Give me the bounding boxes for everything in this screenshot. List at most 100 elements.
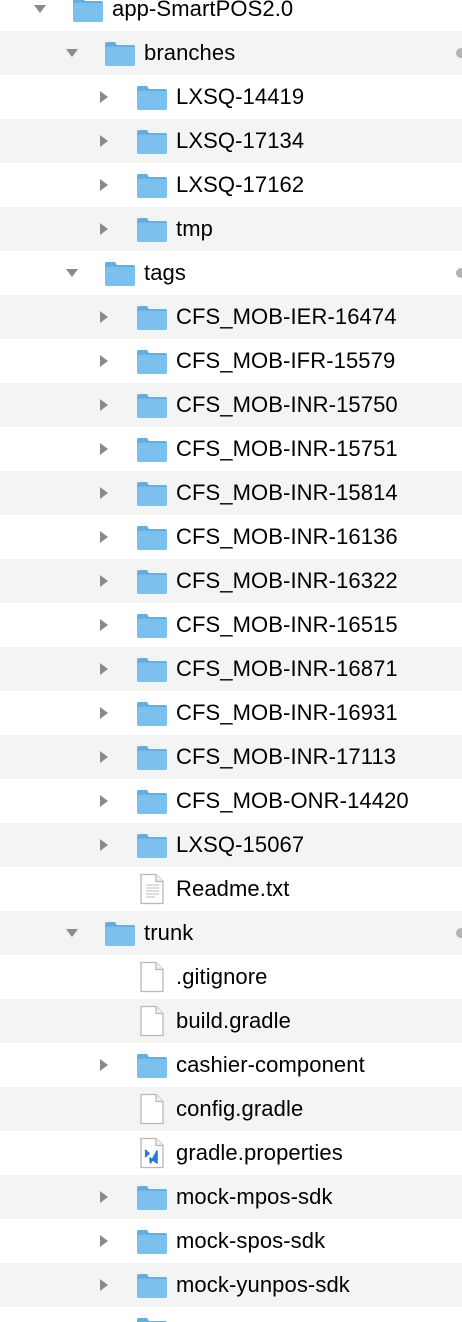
folder-icon	[72, 0, 104, 25]
tree-item-label: LXSQ-17162	[176, 172, 305, 197]
folder-icon	[136, 609, 168, 641]
disclosure-collapsed-icon[interactable]	[96, 1233, 112, 1249]
tree-item-label: .gitignore	[176, 964, 268, 989]
tree-row[interactable]: trunk	[0, 911, 462, 955]
folder-icon	[136, 697, 168, 729]
tree-item-label: CFS_MOB-INR-16931	[176, 700, 398, 725]
disclosure-expanded-icon[interactable]	[32, 1, 48, 17]
tree-row[interactable]: CFS_MOB-INR-16515	[0, 603, 462, 647]
document-icon	[136, 1093, 168, 1125]
folder-icon	[136, 1269, 168, 1301]
folder-icon	[136, 125, 168, 157]
folder-icon	[104, 257, 136, 289]
tree-row[interactable]: Readme.txt	[0, 867, 462, 911]
tree-item-label: app-SmartPOS2.0	[112, 0, 294, 21]
disclosure-collapsed-icon[interactable]	[96, 529, 112, 545]
tree-item-label: CFS_MOB-INR-16136	[176, 524, 398, 549]
tree-row[interactable]: CFS_MOB-INR-15814	[0, 471, 462, 515]
folder-icon	[136, 829, 168, 861]
disclosure-collapsed-icon[interactable]	[96, 573, 112, 589]
tree-item-label: CFS_MOB-INR-16515	[176, 612, 398, 637]
disclosure-collapsed-icon[interactable]	[96, 1277, 112, 1293]
disclosure-collapsed-icon[interactable]	[96, 177, 112, 193]
tree-row[interactable]: CFS_MOB-INR-16871	[0, 647, 462, 691]
folder-icon	[136, 1225, 168, 1257]
tree-row[interactable]: .gitignore	[0, 955, 462, 999]
disclosure-expanded-icon[interactable]	[64, 925, 80, 941]
folder-icon	[136, 213, 168, 245]
disclosure-collapsed-icon[interactable]	[96, 837, 112, 853]
tree-item-label: Readme.txt	[176, 876, 290, 901]
folder-icon	[104, 37, 136, 69]
disclosure-collapsed-icon[interactable]	[96, 397, 112, 413]
folder-icon	[136, 1181, 168, 1213]
tree-item-label: mock-mpos-sdk	[176, 1184, 333, 1209]
tree-row[interactable]: LXSQ-14419	[0, 75, 462, 119]
disclosure-collapsed-icon[interactable]	[96, 749, 112, 765]
tree-row[interactable]: CFS_MOB-INR-15750	[0, 383, 462, 427]
tree-item-label: LXSQ-14419	[176, 84, 305, 109]
tree-row[interactable]: tmp	[0, 207, 462, 251]
tree-row[interactable]: app-SmartPOS2.0	[0, 0, 462, 31]
disclosure-collapsed-icon[interactable]	[96, 221, 112, 237]
tree-item-label: tmp	[176, 216, 213, 241]
tree-row[interactable]: CFS_MOB-IER-16474	[0, 295, 462, 339]
tree-row[interactable]: CFS_MOB-IFR-15579	[0, 339, 462, 383]
folder-icon	[136, 345, 168, 377]
folder-icon	[136, 81, 168, 113]
vscode-file-icon	[136, 1137, 168, 1169]
tree-row[interactable]: config.gradle	[0, 1087, 462, 1131]
tree-item-label: LXSQ-15067	[176, 832, 305, 857]
folder-icon	[136, 477, 168, 509]
tree-item-label: CFS_MOB-INR-17113	[176, 744, 397, 769]
tree-row[interactable]: mock-yunpos-sdk	[0, 1263, 462, 1307]
tree-row[interactable]: CFS_MOB-INR-17113	[0, 735, 462, 779]
tree-row[interactable]	[0, 1307, 462, 1322]
disclosure-collapsed-icon[interactable]	[96, 485, 112, 501]
folder-icon	[104, 917, 136, 949]
tree-row[interactable]: LXSQ-15067	[0, 823, 462, 867]
tree-row[interactable]: tags	[0, 251, 462, 295]
folder-icon	[136, 785, 168, 817]
tree-row[interactable]: mock-mpos-sdk	[0, 1175, 462, 1219]
status-dot-icon	[456, 928, 462, 938]
tree-item-label: CFS_MOB-ONR-14420	[176, 788, 409, 813]
disclosure-collapsed-icon[interactable]	[96, 89, 112, 105]
folder-icon	[136, 169, 168, 201]
tree-row[interactable]: CFS_MOB-INR-16322	[0, 559, 462, 603]
tree-row[interactable]: LXSQ-17134	[0, 119, 462, 163]
disclosure-collapsed-icon[interactable]	[96, 617, 112, 633]
tree-row[interactable]: mock-spos-sdk	[0, 1219, 462, 1263]
tree-row[interactable]: CFS_MOB-ONR-14420	[0, 779, 462, 823]
disclosure-expanded-icon[interactable]	[64, 45, 80, 61]
tree-row[interactable]: branches	[0, 31, 462, 75]
tree-item-label: CFS_MOB-INR-16871	[176, 656, 398, 681]
disclosure-collapsed-icon[interactable]	[96, 353, 112, 369]
disclosure-collapsed-icon[interactable]	[96, 793, 112, 809]
tree-item-label: trunk	[144, 920, 194, 945]
tree-row[interactable]: cashier-component	[0, 1043, 462, 1087]
disclosure-collapsed-icon[interactable]	[96, 661, 112, 677]
disclosure-collapsed-icon[interactable]	[96, 133, 112, 149]
status-dot-icon	[456, 268, 462, 278]
disclosure-collapsed-icon[interactable]	[96, 441, 112, 457]
tree-row[interactable]: gradle.properties	[0, 1131, 462, 1175]
tree-item-label: mock-spos-sdk	[176, 1228, 326, 1253]
tree-item-label: LXSQ-17134	[176, 128, 305, 153]
tree-row[interactable]: build.gradle	[0, 999, 462, 1043]
finder-file-tree: app-SmartPOS2.0 branches LXSQ-14419 LXSQ…	[0, 0, 462, 1322]
tree-item-label: CFS_MOB-INR-15750	[176, 392, 398, 417]
tree-row[interactable]: CFS_MOB-INR-16931	[0, 691, 462, 735]
folder-icon	[136, 389, 168, 421]
disclosure-collapsed-icon[interactable]	[96, 1189, 112, 1205]
disclosure-collapsed-icon[interactable]	[96, 309, 112, 325]
disclosure-collapsed-icon[interactable]	[96, 1057, 112, 1073]
tree-row[interactable]: LXSQ-17162	[0, 163, 462, 207]
tree-row[interactable]: CFS_MOB-INR-16136	[0, 515, 462, 559]
tree-row[interactable]: CFS_MOB-INR-15751	[0, 427, 462, 471]
tree-item-label: build.gradle	[176, 1008, 291, 1033]
disclosure-expanded-icon[interactable]	[64, 265, 80, 281]
tree-item-label: CFS_MOB-IFR-15579	[176, 348, 396, 373]
disclosure-collapsed-icon[interactable]	[96, 705, 112, 721]
folder-icon	[136, 521, 168, 553]
